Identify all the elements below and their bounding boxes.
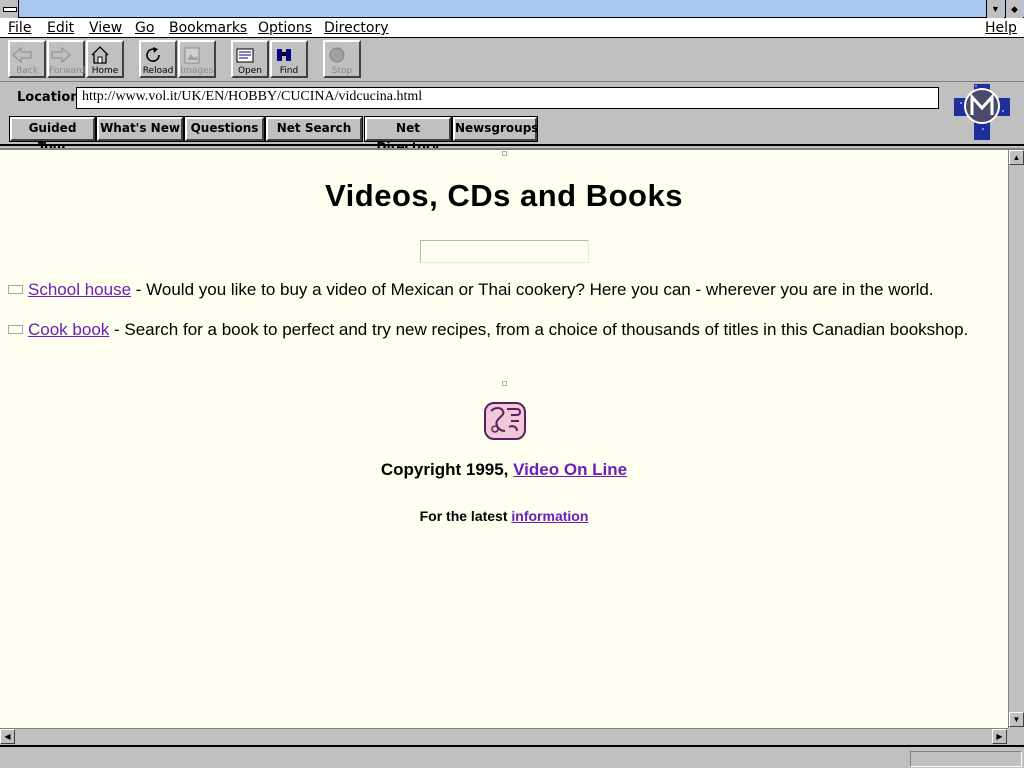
back-button[interactable]: Back (8, 40, 46, 78)
copyright-line: Copyright 1995, Video On Line (380, 460, 628, 479)
open-icon (236, 48, 254, 63)
information-link[interactable]: information (511, 508, 588, 524)
menu-help[interactable]: Help (985, 19, 1017, 37)
back-arrow-icon (12, 46, 32, 64)
images-button[interactable]: Images (178, 40, 216, 78)
cook-book-link[interactable]: Cook book (28, 320, 109, 339)
reload-button[interactable]: Reload (139, 40, 177, 78)
newsgroups-button[interactable]: Newsgroups (452, 116, 538, 142)
scrollbar-corner (1008, 728, 1024, 744)
menu-go[interactable]: Go (135, 19, 154, 37)
page-content: Videos, CDs and Books School house - Wou… (0, 150, 1008, 728)
forward-arrow-icon (51, 46, 71, 64)
system-menu-icon[interactable] (0, 0, 19, 18)
stop-button[interactable]: Stop (323, 40, 361, 78)
scroll-down-button[interactable]: ▼ (1009, 712, 1024, 727)
location-input[interactable]: http://www.vol.it/UK/EN/HOBBY/CUCINA/vid… (76, 87, 939, 109)
list-item-cook-book: Cook book - Search for a book to perfect… (8, 318, 998, 342)
questions-button[interactable]: Questions (184, 116, 265, 142)
chrome-separator (0, 144, 1024, 146)
find-button[interactable]: Find (270, 40, 308, 78)
stop-icon (329, 47, 345, 63)
broken-image-icon (502, 151, 507, 156)
page-title: Videos, CDs and Books (325, 178, 683, 213)
scroll-left-button[interactable]: ◀ (0, 729, 15, 744)
title-bar: ▼ ◆ (0, 0, 1024, 18)
mosaic-m-logo[interactable] (952, 82, 1012, 142)
location-bar: Location: http://www.vol.it/UK/EN/HOBBY/… (0, 84, 1024, 114)
video-on-line-link[interactable]: Video On Line (513, 460, 627, 479)
mayan-glyph-icon[interactable] (483, 401, 527, 441)
menu-bar: File Edit View Go Bookmarks Options Dire… (0, 18, 1024, 38)
scroll-up-button[interactable]: ▲ (1009, 150, 1024, 165)
home-icon (91, 46, 109, 64)
net-directory-button[interactable]: Net Directory (364, 116, 452, 154)
status-bar (0, 745, 1024, 768)
bullet-icon (8, 325, 23, 334)
menu-directory[interactable]: Directory (324, 19, 389, 37)
broken-image-icon (502, 381, 507, 386)
open-button[interactable]: Open (231, 40, 269, 78)
net-search-button[interactable]: Net Search (265, 116, 363, 142)
images-icon (184, 47, 200, 64)
list-item-school-house: School house - Would you like to buy a v… (8, 278, 998, 302)
menu-options[interactable]: Options (258, 19, 312, 37)
image-placeholder (420, 240, 589, 263)
home-button[interactable]: Home (86, 40, 124, 78)
binoculars-icon (277, 49, 291, 61)
horizontal-scrollbar[interactable]: ◀ ▶ (0, 728, 1008, 744)
whats-new-button[interactable]: What's New (96, 116, 184, 142)
progress-indicator (910, 751, 1022, 767)
forward-button[interactable]: Forward (47, 40, 85, 78)
bullet-icon (8, 285, 23, 294)
latest-info-line: For the latest information (419, 508, 589, 524)
school-house-link[interactable]: School house (28, 280, 131, 299)
guided-tour-button[interactable]: Guided Tour (9, 116, 96, 154)
menu-bookmarks[interactable]: Bookmarks (169, 19, 247, 37)
directory-buttons: Guided Tour What's New Questions Net Sea… (0, 116, 1024, 154)
location-label: Location: (17, 90, 85, 105)
vertical-scrollbar[interactable]: ▲ ▼ (1008, 150, 1024, 728)
maximize-button[interactable]: ◆ (1005, 0, 1023, 18)
scroll-right-button[interactable]: ▶ (992, 729, 1007, 744)
reload-icon (146, 47, 160, 62)
menu-view[interactable]: View (89, 19, 122, 37)
toolbar: Back Forward Home Reload Images Open Fin… (0, 38, 1024, 82)
menu-file[interactable]: File (8, 19, 31, 37)
minimize-button[interactable]: ▼ (986, 0, 1004, 18)
menu-edit[interactable]: Edit (47, 19, 74, 37)
